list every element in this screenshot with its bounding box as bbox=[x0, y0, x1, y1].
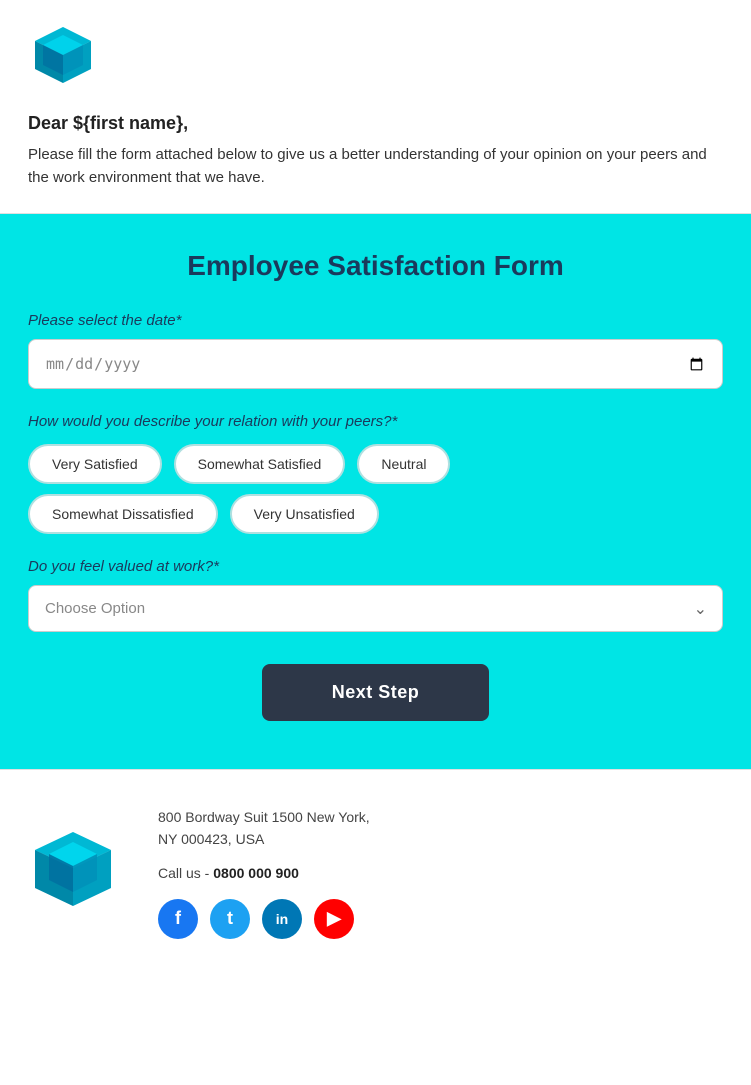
footer-right: 800 Bordway Suit 1500 New York, NY 00042… bbox=[158, 806, 723, 939]
linkedin-letter: in bbox=[276, 911, 288, 927]
option-neutral[interactable]: Neutral bbox=[357, 444, 450, 484]
footer-address-line1: 800 Bordway Suit 1500 New York, bbox=[158, 809, 370, 825]
page-wrapper: Dear ${first name}, Please fill the form… bbox=[0, 0, 751, 1085]
peers-question: How would you describe your relation wit… bbox=[28, 413, 723, 430]
logo-area bbox=[28, 20, 723, 95]
option-somewhat-satisfied[interactable]: Somewhat Satisfied bbox=[174, 444, 346, 484]
social-icons: f t in ▶ bbox=[158, 899, 723, 939]
valued-select[interactable]: Choose Option Yes No Sometimes bbox=[28, 585, 723, 632]
footer-address-line2: NY 000423, USA bbox=[158, 831, 264, 847]
form-title: Employee Satisfaction Form bbox=[28, 250, 723, 282]
footer: 800 Bordway Suit 1500 New York, NY 00042… bbox=[0, 769, 751, 975]
date-label: Please select the date* bbox=[28, 312, 723, 329]
footer-call: Call us - 0800 000 900 bbox=[158, 865, 723, 881]
option-somewhat-dissatisfied[interactable]: Somewhat Dissatisfied bbox=[28, 494, 218, 534]
facebook-icon[interactable]: f bbox=[158, 899, 198, 939]
next-btn-wrapper: Next Step bbox=[28, 664, 723, 721]
option-very-satisfied[interactable]: Very Satisfied bbox=[28, 444, 162, 484]
select-wrapper: Choose Option Yes No Sometimes ⌄ bbox=[28, 585, 723, 632]
youtube-icon[interactable]: ▶ bbox=[314, 899, 354, 939]
intro-text: Please fill the form attached below to g… bbox=[28, 144, 723, 189]
facebook-letter: f bbox=[175, 908, 181, 929]
greeting-text: Dear ${first name}, bbox=[28, 113, 723, 134]
peers-options-row2: Somewhat Dissatisfied Very Unsatisfied bbox=[28, 494, 723, 534]
next-step-button[interactable]: Next Step bbox=[262, 664, 490, 721]
footer-call-number: 0800 000 900 bbox=[213, 865, 299, 881]
twitter-letter: t bbox=[227, 908, 233, 929]
peers-options-row1: Very Satisfied Somewhat Satisfied Neutra… bbox=[28, 444, 723, 484]
logo-icon bbox=[28, 20, 98, 90]
date-wrapper bbox=[28, 339, 723, 389]
form-section: Employee Satisfaction Form Please select… bbox=[0, 214, 751, 769]
twitter-icon[interactable]: t bbox=[210, 899, 250, 939]
header: Dear ${first name}, Please fill the form… bbox=[0, 0, 751, 214]
youtube-symbol: ▶ bbox=[327, 908, 341, 929]
linkedin-icon[interactable]: in bbox=[262, 899, 302, 939]
option-very-unsatisfied[interactable]: Very Unsatisfied bbox=[230, 494, 379, 534]
footer-logo bbox=[28, 825, 118, 920]
footer-call-label: Call us - bbox=[158, 865, 209, 881]
date-input[interactable] bbox=[28, 339, 723, 389]
footer-logo-icon bbox=[28, 825, 118, 915]
valued-question: Do you feel valued at work?* bbox=[28, 558, 723, 575]
footer-address: 800 Bordway Suit 1500 New York, NY 00042… bbox=[158, 806, 723, 851]
